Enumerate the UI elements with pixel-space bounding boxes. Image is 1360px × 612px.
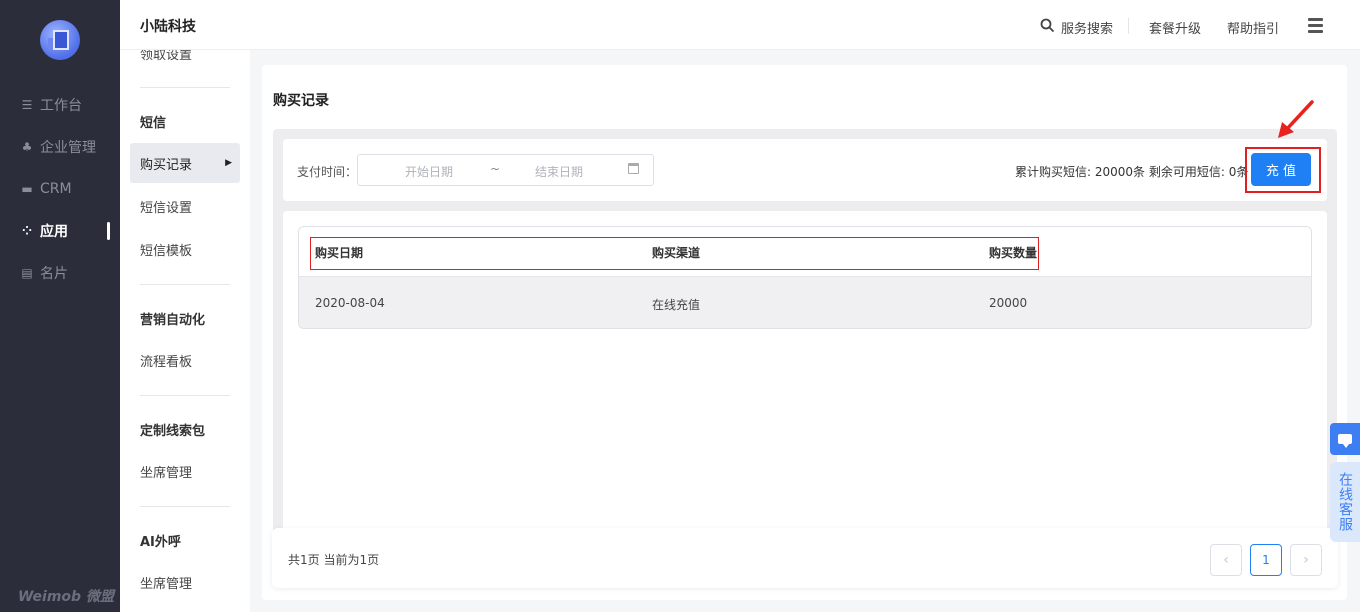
annotation-arrow-icon bbox=[1278, 100, 1314, 138]
table-header: 购买日期 购买渠道 购买数量 bbox=[299, 227, 1311, 277]
submenu-group-title: 短信 bbox=[140, 116, 167, 131]
org-chart-icon: ♣ bbox=[21, 140, 33, 154]
calendar-icon[interactable] bbox=[628, 163, 639, 174]
table-row[interactable]: 2020-08-04 在线充值 20000 bbox=[299, 277, 1311, 328]
top-header: 小陆科技 服务搜索 套餐升级 帮助指引 bbox=[120, 0, 1360, 50]
company-name: 小陆科技 bbox=[140, 19, 196, 35]
cell-quantity: 20000 bbox=[989, 296, 1028, 310]
divider bbox=[140, 506, 230, 507]
app-submenu: 领取设置 短信 购买记录 ▶ 短信设置 短信模板 营销自动化 流程看板 定制线索… bbox=[120, 50, 250, 612]
nav-item-label: 工作台 bbox=[40, 98, 82, 114]
nav-item-label: CRM bbox=[40, 181, 72, 197]
service-search-link[interactable]: 服务搜索 bbox=[1061, 18, 1113, 37]
chat-icon[interactable] bbox=[1330, 423, 1360, 455]
submenu-item-label: 购买记录 bbox=[140, 157, 193, 173]
purchase-records-table: 购买日期 购买渠道 购买数量 2020-08-04 在线充值 20000 bbox=[298, 226, 1312, 329]
company-logo[interactable] bbox=[40, 20, 80, 60]
search-icon[interactable] bbox=[1040, 18, 1055, 33]
chevron-right-icon: › bbox=[1303, 552, 1309, 568]
online-service-button[interactable]: 在线客服 bbox=[1330, 462, 1360, 542]
submenu-item-sms-templates[interactable]: 短信模板 bbox=[130, 229, 240, 269]
cell-date: 2020-08-04 bbox=[315, 296, 385, 310]
submenu-item-seat-management[interactable]: 坐席管理 bbox=[130, 562, 240, 602]
nav-item-workbench[interactable]: ☰ 工作台 bbox=[0, 90, 120, 120]
end-date-input[interactable]: 结束日期 bbox=[535, 163, 583, 180]
recharge-button[interactable]: 充 值 bbox=[1251, 153, 1311, 186]
submenu-item-label: 流程看板 bbox=[140, 354, 193, 370]
plan-upgrade-link[interactable]: 套餐升级 bbox=[1149, 18, 1201, 37]
submenu-item-sms-settings[interactable]: 短信设置 bbox=[130, 186, 240, 226]
submenu-item-label: 短信模板 bbox=[140, 243, 193, 259]
nav-item-enterprise[interactable]: ♣ 企业管理 bbox=[0, 132, 120, 162]
divider bbox=[140, 87, 230, 88]
page-title: 购买记录 bbox=[273, 93, 329, 109]
main-sidebar: ☰ 工作台 ♣ 企业管理 ▬ CRM ⁘ 应用 ▤ 名片 Weimob 微盟 bbox=[0, 0, 120, 612]
submenu-item-label: 坐席管理 bbox=[140, 576, 193, 592]
page-summary: 共1页 当前为1页 bbox=[288, 553, 380, 567]
chevron-left-icon: ‹ bbox=[1223, 552, 1229, 568]
apps-icon: ⁘ bbox=[21, 224, 33, 238]
sms-stats-text: 累计购买短信: 20000条 剩余可用短信: 0条 bbox=[1015, 165, 1249, 179]
nav-item-label: 应用 bbox=[40, 224, 68, 240]
submenu-item-label: 短信设置 bbox=[140, 200, 193, 216]
divider bbox=[140, 284, 230, 285]
menu-icon[interactable] bbox=[1308, 18, 1323, 33]
next-page-button[interactable]: › bbox=[1290, 544, 1322, 576]
records-panel: 支付时间： 开始日期 ~ 结束日期 累计购买短信: 20000条 剩余可用短信:… bbox=[273, 129, 1337, 539]
date-range-picker[interactable]: 开始日期 ~ 结束日期 bbox=[357, 154, 654, 186]
prev-page-button[interactable]: ‹ bbox=[1210, 544, 1242, 576]
nav-item-label: 企业管理 bbox=[40, 140, 96, 156]
help-guide-link[interactable]: 帮助指引 bbox=[1227, 18, 1279, 37]
nav-item-label: 名片 bbox=[40, 266, 68, 282]
active-indicator bbox=[107, 222, 110, 240]
submenu-group-title: 营销自动化 bbox=[140, 313, 206, 328]
divider bbox=[140, 395, 230, 396]
cell-channel: 在线充值 bbox=[652, 298, 701, 312]
submenu-group-title: 定制线索包 bbox=[140, 424, 206, 439]
pay-time-label: 支付时间： bbox=[297, 165, 358, 179]
page-number-button[interactable]: 1 bbox=[1250, 544, 1282, 576]
content-card: 购买记录 支付时间： 开始日期 ~ 结束日期 累计购买短信: 20000条 剩余… bbox=[262, 65, 1347, 600]
nav-item-cards[interactable]: ▤ 名片 bbox=[0, 258, 120, 288]
submenu-item-flow-board[interactable]: 流程看板 bbox=[130, 340, 240, 380]
table-container: 购买日期 购买渠道 购买数量 2020-08-04 在线充值 20000 bbox=[283, 211, 1327, 539]
filter-bar: 支付时间： 开始日期 ~ 结束日期 累计购买短信: 20000条 剩余可用短信:… bbox=[283, 139, 1327, 201]
submenu-item-purchase-records[interactable]: 购买记录 ▶ bbox=[130, 143, 240, 183]
crm-icon: ▬ bbox=[21, 182, 33, 196]
dashboard-icon: ☰ bbox=[21, 98, 33, 112]
submenu-item-seat-management[interactable]: 坐席管理 bbox=[130, 451, 240, 491]
pagination-bar: 共1页 当前为1页 ‹ 1 › bbox=[272, 528, 1338, 588]
nav-item-crm[interactable]: ▬ CRM bbox=[0, 174, 120, 204]
footer-brand-logo: Weimob 微盟 bbox=[18, 589, 114, 605]
header-highlight-box bbox=[310, 237, 1039, 270]
submenu-item-label: 坐席管理 bbox=[140, 465, 193, 481]
business-card-icon: ▤ bbox=[21, 266, 33, 280]
nav-item-apps[interactable]: ⁘ 应用 bbox=[0, 216, 120, 246]
divider bbox=[1128, 18, 1129, 34]
start-date-input[interactable]: 开始日期 bbox=[405, 163, 453, 180]
caret-right-icon: ▶ bbox=[225, 158, 232, 168]
submenu-group-title: AI外呼 bbox=[140, 535, 181, 550]
range-separator: ~ bbox=[490, 162, 501, 176]
